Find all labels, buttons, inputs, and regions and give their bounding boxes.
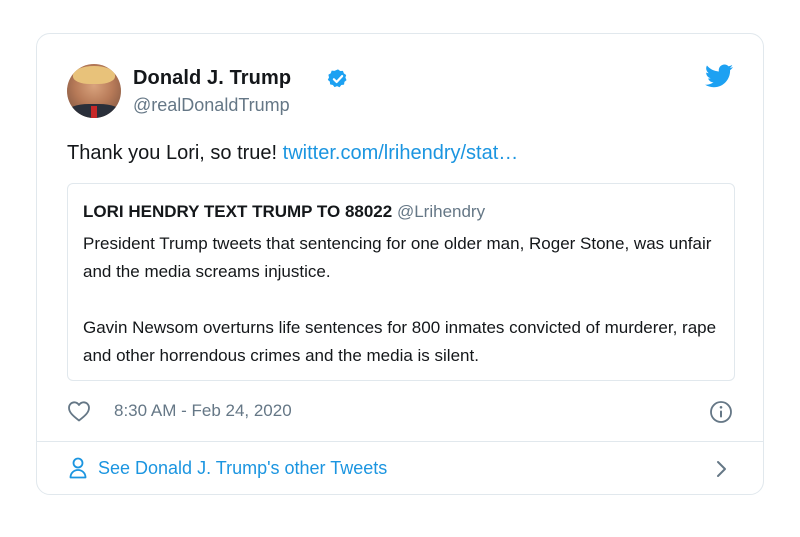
tweet-text: Thank you Lori, so true! twitter.com/lri…: [67, 142, 518, 165]
tweet-timestamp[interactable]: 8:30 AM - Feb 24, 2020: [114, 401, 292, 421]
twitter-bird-icon[interactable]: [705, 64, 733, 88]
info-icon[interactable]: [709, 400, 733, 424]
author-handle[interactable]: @realDonaldTrump: [133, 95, 290, 116]
chevron-right-icon[interactable]: [715, 459, 729, 479]
tweet-link[interactable]: twitter.com/lrihendry/stat…: [283, 142, 519, 164]
tweet-card[interactable]: Donald J. Trump @realDonaldTrump Thank y…: [36, 33, 764, 495]
quoted-paragraph-1: President Trump tweets that sentencing f…: [83, 234, 712, 281]
quoted-tweet-header: LORI HENDRY TEXT TRUMP TO 88022 @Lrihend…: [83, 202, 485, 222]
quoted-tweet-body: President Trump tweets that sentencing f…: [83, 230, 723, 370]
quoted-author-name[interactable]: LORI HENDRY TEXT TRUMP TO 88022: [83, 202, 392, 221]
tweet-body: Thank you Lori, so true!: [67, 142, 283, 164]
heart-icon[interactable]: [67, 400, 91, 422]
quoted-tweet[interactable]: LORI HENDRY TEXT TRUMP TO 88022 @Lrihend…: [67, 183, 735, 381]
author-name[interactable]: Donald J. Trump: [133, 67, 291, 90]
person-icon: [69, 457, 87, 479]
avatar-tie: [91, 106, 97, 118]
see-other-tweets-link[interactable]: See Donald J. Trump's other Tweets: [98, 458, 387, 479]
quoted-paragraph-2: Gavin Newsom overturns life sentences fo…: [83, 318, 717, 365]
quoted-author-handle[interactable]: @Lrihendry: [397, 202, 485, 221]
avatar-hair: [73, 66, 115, 84]
footer-divider: [37, 441, 763, 442]
verified-badge-icon: [327, 69, 347, 88]
author-avatar[interactable]: [67, 64, 121, 118]
